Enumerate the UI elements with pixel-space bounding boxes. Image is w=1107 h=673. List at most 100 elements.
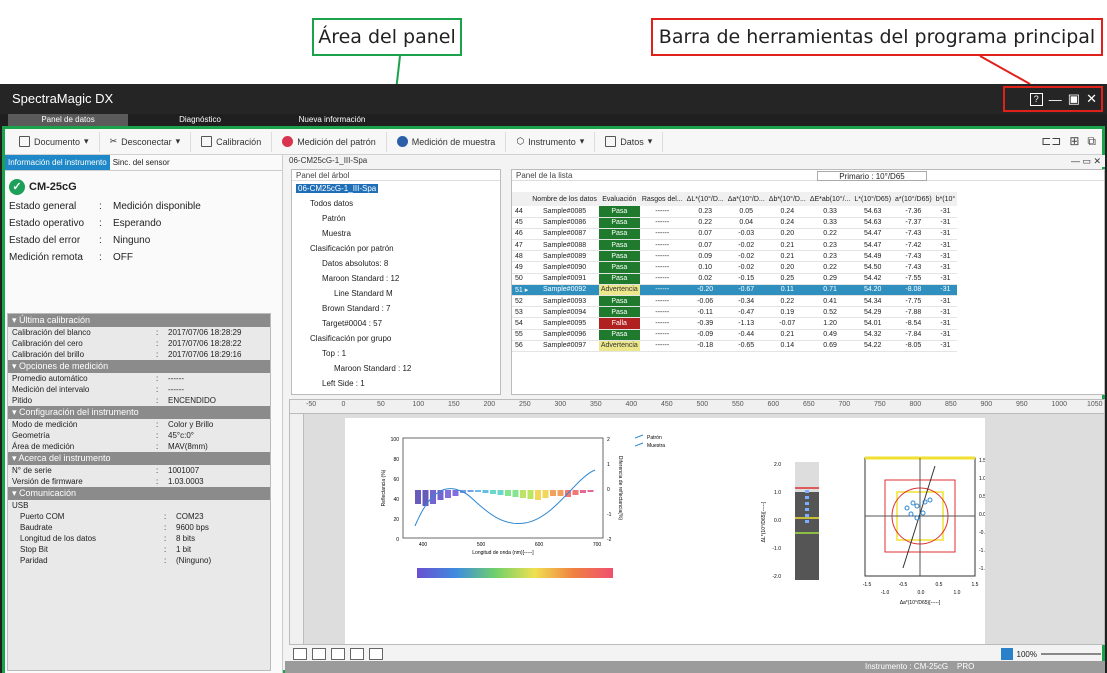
tree-node[interactable]: Brown Standard : 7 [292, 391, 500, 394]
tree-node[interactable]: Patrón [292, 211, 500, 226]
ab-x-tick: 0.0 [918, 590, 925, 596]
property-label: Puerto COM [20, 512, 65, 521]
target-measure-icon [282, 136, 294, 147]
tab-instrument-info[interactable]: Información del instrumento [5, 155, 110, 170]
tree-node[interactable]: 06-CM25cG-1_III-Spa [292, 181, 500, 196]
column-header[interactable]: ΔL*(10°/D... [684, 192, 726, 206]
table-row[interactable]: 52 Sample#0093 Pasa ------ -0.06 -0.34 0.22 0.4… [512, 295, 958, 308]
object-icon[interactable] [350, 648, 364, 660]
datos-button[interactable]: Datos ▾ [595, 131, 664, 152]
section-header[interactable]: ▾ Acerca del instrumento [8, 452, 270, 465]
table-row[interactable]: 44 Sample#0085 Pasa ------ 0.23 0.05 0.24 0.33 5… [512, 206, 958, 218]
table-cell: ------ [639, 217, 685, 229]
minimize-icon[interactable]: — [1049, 92, 1062, 107]
calibracion-button[interactable]: Calibración [191, 131, 273, 152]
y2-tick: -2 [607, 537, 612, 543]
usb-label: USB [12, 501, 29, 510]
zoom-icon[interactable] [312, 648, 326, 660]
section-header[interactable]: ▾ Opciones de medición [8, 360, 270, 373]
table-cell: -0.47 [725, 306, 767, 319]
table-cell: Sample#0087 [530, 228, 599, 241]
colon: : [156, 328, 159, 337]
tab-diagnostico[interactable]: Diagnóstico [140, 114, 260, 126]
tree-node[interactable]: Muestra [292, 226, 500, 241]
column-header[interactable]: b*(10° [933, 192, 958, 206]
tree-node[interactable]: Maroon Standard : 12 [292, 271, 500, 286]
table-cell: 0.22 [807, 228, 853, 241]
y-tick: 20 [393, 517, 399, 523]
table-row[interactable]: 51 ▸ Sample#0092 Advertencia ------ -0.20 -0.… [512, 284, 958, 297]
close-icon[interactable]: ✕ [1086, 91, 1097, 107]
table-row[interactable]: 46 Sample#0087 Pasa ------ 0.07 -0.03 0.20 0.22… [512, 228, 958, 241]
instrumento-button[interactable]: ⬡ Instrumento ▾ [506, 131, 596, 152]
property-row: Baudrate:9600 bps [8, 522, 270, 533]
table-cell: -8.08 [893, 284, 934, 297]
difference-bar [482, 490, 489, 493]
primary-illuminant[interactable]: Primario : 10°/D65 [817, 171, 927, 181]
medicion-muestra-button[interactable]: Medición de muestra [387, 131, 507, 152]
tree-node[interactable]: Brown Standard : 7 [292, 301, 500, 316]
table-cell: Pasa [598, 217, 640, 229]
table-cell: 0.23 [807, 250, 853, 263]
table-cell: 0.41 [807, 295, 853, 308]
grid-icon[interactable]: ⊞ [1069, 134, 1079, 149]
tree-node[interactable]: Target#0004 : 57 [292, 316, 500, 331]
section-header[interactable]: ▾ Comunicación [8, 487, 270, 500]
graph-icon[interactable] [293, 648, 307, 660]
tree-node[interactable]: Todos datos [292, 196, 500, 211]
y2-tick: -1 [607, 512, 612, 518]
window-icon[interactable]: ⧉ [1087, 134, 1096, 149]
table-row[interactable]: 55 Sample#0096 Pasa ------ -0.09 -0.44 0.21 0.4… [512, 329, 958, 341]
help-button[interactable]: ? [1029, 92, 1043, 106]
column-header[interactable]: Nombre de los datos [530, 192, 599, 206]
column-header[interactable]: ΔE*ab(10°/... [807, 192, 853, 206]
tab-panel-datos[interactable]: Panel de datos [8, 114, 128, 126]
grid-toggle-icon[interactable] [1000, 648, 1013, 660]
restore-icon[interactable]: ▣ [1068, 91, 1080, 107]
desconectar-button[interactable]: ✂ Desconectar ▾ [100, 131, 192, 152]
tree-node[interactable]: Line Standard M [292, 286, 500, 301]
table-cell: 0.20 [766, 261, 808, 274]
table-cell: 0.11 [766, 284, 808, 297]
table-row[interactable]: 49 Sample#0090 Pasa ------ 0.10 -0.02 0.20 0.22… [512, 261, 958, 274]
link-icon[interactable]: ⊏⊐ [1041, 134, 1061, 149]
column-header[interactable]: Δb*(10°/D... [766, 192, 808, 206]
table-row[interactable]: 54 Sample#0095 Falla ------ -0.39 -1.13 -0.07 1… [512, 317, 958, 330]
x-tick: 400 [419, 542, 428, 548]
tree-node[interactable]: Clasificación por grupo [292, 331, 500, 346]
tree-node[interactable]: Left Side : 1 [292, 376, 500, 391]
column-header[interactable]: Δa*(10°/D... [725, 192, 767, 206]
tab-sensor-sync[interactable]: Sinc. del sensor [110, 155, 173, 170]
table-row[interactable]: 53 Sample#0094 Pasa ------ -0.11 -0.47 0.19 0.5… [512, 306, 958, 319]
tree-node[interactable]: Datos absolutos: 8 [292, 256, 500, 271]
column-header[interactable]: Evaluación [598, 192, 640, 206]
export-icon[interactable] [369, 648, 383, 660]
ruler-tick: 950 [1016, 401, 1028, 408]
section-header[interactable]: ▾ Configuración del instrumento [8, 406, 270, 419]
table-cell: 0.49 [807, 329, 853, 341]
table-row[interactable]: 56 Sample#0097 Advertencia ------ -0.18 -0.65… [512, 340, 958, 352]
column-header[interactable] [512, 192, 531, 206]
table-row[interactable]: 47 Sample#0088 Pasa ------ 0.07 -0.02 0.21 0.23… [512, 239, 958, 252]
section-header[interactable]: ▾ Última calibración [8, 314, 270, 327]
table-row[interactable]: 50 Sample#0091 Pasa ------ 0.02 -0.15 0.25 0.29… [512, 273, 958, 285]
tab-nueva-informacion[interactable]: Nueva información [272, 114, 392, 126]
doc-window-controls[interactable]: — ▭ ✕ [1071, 155, 1101, 167]
column-header[interactable]: Rasgos del... [639, 192, 685, 206]
tree-node[interactable]: Top : 1 [292, 346, 500, 361]
tree-node[interactable]: Maroon Standard : 12 [292, 361, 500, 376]
vertical-ruler [290, 414, 304, 644]
medicion-patron-button[interactable]: Medición del patrón [272, 131, 387, 152]
documento-button[interactable]: Documento ▾ [9, 131, 100, 152]
layout-icon[interactable] [331, 648, 345, 660]
table-cell: Sample#0095 [530, 317, 599, 330]
zoom-slider[interactable] [1041, 653, 1101, 655]
tree-node[interactable]: Clasificación por patrón [292, 241, 500, 256]
difference-bar [475, 490, 481, 492]
table-cell: Sample#0085 [530, 206, 599, 218]
ab-x-tick: -1.0 [881, 590, 890, 596]
table-row[interactable]: 48 Sample#0089 Pasa ------ 0.09 -0.02 0.21 0.23… [512, 250, 958, 263]
table-row[interactable]: 45 Sample#0086 Pasa ------ 0.22 0.04 0.24 0.33 5… [512, 217, 958, 229]
column-header[interactable]: a*(10°/D65) [893, 192, 934, 206]
column-header[interactable]: L*(10°/D65) [852, 192, 894, 206]
